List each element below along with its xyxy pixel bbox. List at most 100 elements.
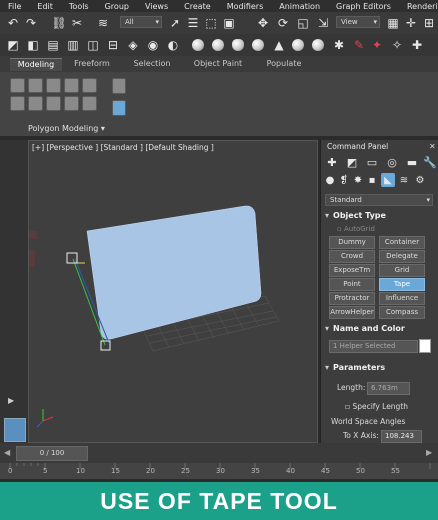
exposetm-button[interactable]: ExposeTm bbox=[329, 264, 375, 277]
menu-edit[interactable]: Edit bbox=[37, 2, 53, 11]
menu-views[interactable]: Views bbox=[145, 2, 168, 11]
time-slider-track[interactable]: ◀ 0 / 100 ▶ bbox=[0, 443, 438, 463]
object-color-swatch[interactable] bbox=[419, 339, 431, 353]
rotate-icon[interactable]: ⟳ bbox=[276, 16, 290, 30]
object-type-rollout[interactable]: Object Type bbox=[325, 210, 435, 222]
align-icon[interactable]: ⊟ bbox=[106, 38, 120, 52]
play-icon[interactable]: ▶ bbox=[8, 396, 14, 405]
window-crossing-icon[interactable]: ▣ bbox=[222, 16, 236, 30]
viewport-thumbnail[interactable] bbox=[4, 418, 26, 442]
select-object-icon[interactable]: ➚ bbox=[168, 16, 182, 30]
menu-rendering[interactable]: Rendering bbox=[407, 2, 438, 11]
primitive-cylinder-icon[interactable] bbox=[252, 39, 264, 51]
time-ruler[interactable]: 0 5 10 15 20 25 30 35 40 45 50 55 bbox=[0, 463, 438, 479]
render-frame-icon[interactable]: ✎ bbox=[352, 38, 366, 52]
grid-button[interactable]: Grid bbox=[379, 264, 425, 277]
reference-coordinate-dropdown[interactable]: View bbox=[336, 16, 380, 28]
object-name-field[interactable]: 1 Helper Selected bbox=[329, 340, 418, 353]
select-by-name-icon[interactable]: ☰ bbox=[186, 16, 200, 30]
render-iterative-icon[interactable]: ✧ bbox=[390, 38, 404, 52]
select-region-icon[interactable]: ⬚ bbox=[204, 16, 218, 30]
menu-create[interactable]: Create bbox=[184, 2, 211, 11]
time-next-icon[interactable]: ▶ bbox=[426, 448, 432, 457]
layer-explorer-icon[interactable]: ▤ bbox=[46, 38, 60, 52]
dummy-button[interactable]: Dummy bbox=[329, 236, 375, 249]
utilities-tab-icon[interactable]: 🔧 bbox=[423, 155, 437, 169]
angle-snap-icon[interactable]: ◧ bbox=[26, 38, 40, 52]
undo-icon[interactable]: ↶ bbox=[6, 16, 20, 30]
link-icon[interactable]: ⛓ bbox=[51, 16, 66, 30]
ribbon-cap-icon[interactable] bbox=[82, 96, 97, 111]
protractor-button[interactable]: Protractor bbox=[329, 292, 375, 305]
ribbon-polygon-icon[interactable] bbox=[82, 78, 97, 93]
ribbon-border-icon[interactable] bbox=[64, 78, 79, 93]
parameters-rollout[interactable]: Parameters bbox=[325, 362, 435, 374]
keyboard-shortcut-icon[interactable]: ⊞ bbox=[422, 16, 436, 30]
shapes-icon[interactable]: ❡ bbox=[337, 173, 351, 187]
delegate-button[interactable]: Delegate bbox=[379, 250, 425, 263]
ribbon-attach-icon[interactable] bbox=[46, 96, 61, 111]
time-slider-thumb[interactable]: 0 / 100 bbox=[16, 446, 88, 461]
particle-icon[interactable]: ✱ bbox=[332, 38, 346, 52]
arrowhelper-button[interactable]: ArrowHelper bbox=[329, 306, 375, 319]
bind-icon[interactable]: ≋ bbox=[96, 16, 110, 30]
curve-editor-icon[interactable]: ◈ bbox=[126, 38, 140, 52]
motion-tab-icon[interactable]: ◎ bbox=[385, 155, 399, 169]
material-editor-icon[interactable]: ◉ bbox=[146, 38, 160, 52]
autogrid-checkbox[interactable]: ▫ AutoGrid bbox=[337, 225, 375, 233]
primitive-torus-icon[interactable] bbox=[312, 39, 324, 51]
category-dropdown[interactable]: Standard bbox=[325, 194, 433, 206]
render-setup-icon[interactable]: ◐ bbox=[166, 38, 180, 52]
menu-graph-editors[interactable]: Graph Editors bbox=[336, 2, 391, 11]
name-color-rollout[interactable]: Name and Color bbox=[325, 323, 435, 335]
ribbon-element-icon[interactable] bbox=[10, 96, 25, 111]
create-tab-icon[interactable]: ✚ bbox=[325, 155, 339, 169]
compass-button[interactable]: Compass bbox=[379, 306, 425, 319]
selection-filter-dropdown[interactable]: All bbox=[120, 16, 162, 28]
ribbon-edge-icon[interactable] bbox=[46, 78, 61, 93]
primitive-tube-icon[interactable] bbox=[292, 39, 304, 51]
menu-modifiers[interactable]: Modifiers bbox=[227, 2, 264, 11]
display-tab-icon[interactable]: ▬ bbox=[405, 155, 419, 169]
render-activeshade-icon[interactable]: ✚ bbox=[410, 38, 424, 52]
length-spinner[interactable]: 6.763m bbox=[367, 382, 410, 395]
tab-modeling[interactable]: Modeling bbox=[10, 58, 62, 71]
menu-file[interactable]: File bbox=[8, 2, 21, 11]
ribbon-edit-poly-icon[interactable] bbox=[10, 78, 25, 93]
helpers-icon[interactable]: ◣ bbox=[381, 173, 395, 187]
close-icon[interactable]: ✕ bbox=[429, 142, 436, 151]
redo-icon[interactable]: ↷ bbox=[24, 16, 38, 30]
render-production-icon[interactable]: ✦ bbox=[370, 38, 384, 52]
primitive-sphere2-icon[interactable] bbox=[212, 39, 224, 51]
scene-explorer-icon[interactable]: ▥ bbox=[66, 38, 80, 52]
tape-button[interactable]: Tape bbox=[379, 278, 425, 291]
tab-object-paint[interactable]: Object Paint bbox=[190, 58, 246, 70]
tab-populate[interactable]: Populate bbox=[260, 58, 308, 70]
to-x-axis-field[interactable]: 108.243 bbox=[381, 430, 422, 443]
ribbon-panel-label[interactable]: Polygon Modeling ▾ bbox=[28, 124, 105, 133]
menu-tools[interactable]: Tools bbox=[69, 2, 89, 11]
ribbon-collapse-icon[interactable] bbox=[28, 96, 43, 111]
menu-animation[interactable]: Animation bbox=[279, 2, 320, 11]
snap-toggle-icon[interactable]: ◩ bbox=[6, 38, 20, 52]
place-icon[interactable]: ⇲ bbox=[316, 16, 330, 30]
menu-group[interactable]: Group bbox=[105, 2, 129, 11]
container-button[interactable]: Container bbox=[379, 236, 425, 249]
primitive-sphere-icon[interactable] bbox=[192, 39, 204, 51]
unlink-icon[interactable]: ✂ bbox=[70, 16, 84, 30]
mirror-icon[interactable]: ◫ bbox=[86, 38, 100, 52]
hierarchy-tab-icon[interactable]: ▭ bbox=[365, 155, 379, 169]
time-prev-icon[interactable]: ◀ bbox=[4, 448, 10, 457]
tab-freeform[interactable]: Freeform bbox=[68, 58, 116, 70]
pivot-icon[interactable]: ▦ bbox=[386, 16, 400, 30]
perspective-viewport[interactable]: [+] [Perspective ] [Standard ] [Default … bbox=[28, 140, 318, 443]
modify-tab-icon[interactable]: ◩ bbox=[345, 155, 359, 169]
ribbon-up-icon[interactable] bbox=[112, 78, 126, 94]
lights-icon[interactable]: ✸ bbox=[351, 173, 365, 187]
specify-length-checkbox[interactable]: ▫ Specify Length bbox=[345, 402, 408, 411]
select-manipulate-icon[interactable]: ✛ bbox=[404, 16, 418, 30]
ribbon-detach-icon[interactable] bbox=[64, 96, 79, 111]
influence-button[interactable]: Influence bbox=[379, 292, 425, 305]
scale-icon[interactable]: ◱ bbox=[296, 16, 310, 30]
ribbon-split-icon[interactable] bbox=[112, 100, 126, 116]
